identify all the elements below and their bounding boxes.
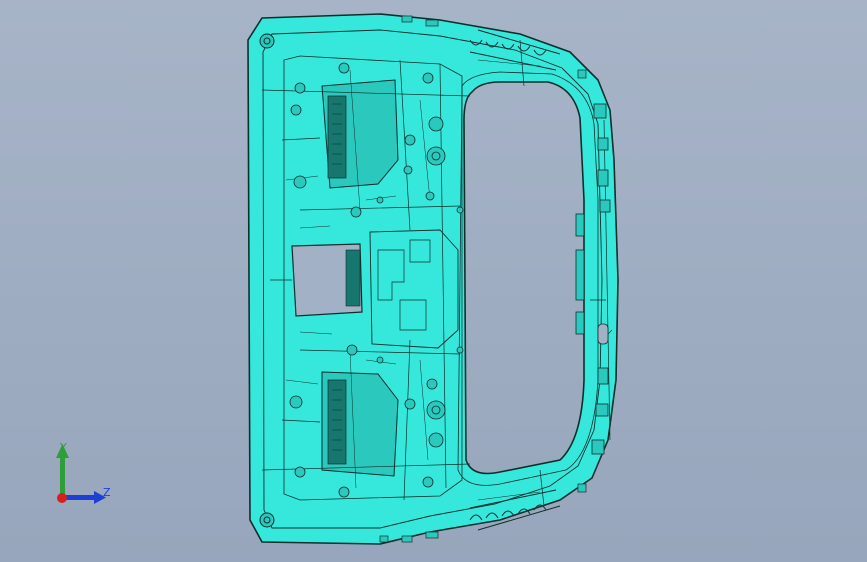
- y-axis-arrow: [60, 454, 65, 498]
- z-axis-label: Z: [103, 486, 111, 499]
- y-axis-label: Y: [60, 441, 67, 454]
- z-axis-arrow: [62, 495, 98, 500]
- lower-slot: [327, 379, 347, 465]
- upper-slot: [327, 95, 347, 179]
- liftgate-inner-panel-model[interactable]: [0, 0, 867, 562]
- triad-origin: [57, 493, 67, 503]
- graphics-viewport[interactable]: Y Z: [0, 0, 867, 562]
- edge-slot: [597, 323, 609, 345]
